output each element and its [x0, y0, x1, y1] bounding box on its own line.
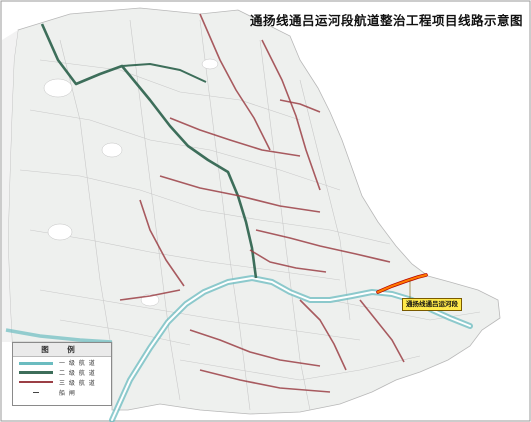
map-root: 通扬线通吕运河段航道整治工程项目线路示意图 通扬线通吕运河段 图 例 一 级 航…	[0, 0, 531, 422]
project-callout-label: 通扬线通吕运河段	[402, 298, 462, 311]
legend-item-grade2: 二 级 航 道	[13, 367, 111, 377]
legend-swatch-line	[33, 392, 39, 393]
legend-item-grade1: 一 级 航 道	[13, 357, 111, 367]
legend-swatch-lock	[19, 387, 53, 397]
legend-label-grade1: 一 级 航 道	[59, 359, 96, 367]
legend-item-grade3: 三 级 航 道	[13, 377, 111, 387]
legend-swatch-grade3	[19, 377, 53, 387]
legend-label-lock: 船 闸	[59, 389, 76, 397]
legend-swatch-line	[19, 361, 53, 365]
legend-swatch-line	[19, 381, 53, 383]
lake	[201, 58, 219, 70]
legend-label-grade2: 二 级 航 道	[59, 369, 96, 377]
map-title: 通扬线通吕运河段航道整治工程项目线路示意图	[249, 13, 523, 28]
legend-panel: 图 例 一 级 航 道 二 级 航 道 三 级 航 道 船 闸	[12, 342, 112, 406]
legend-swatch-grade1	[19, 357, 53, 367]
lake	[101, 142, 123, 158]
legend-title: 图 例	[13, 343, 111, 357]
legend-swatch-grade2	[19, 367, 53, 377]
legend-label-grade3: 三 级 航 道	[59, 379, 96, 387]
lake	[43, 78, 73, 98]
legend-swatch-line	[19, 371, 53, 374]
legend-item-lock: 船 闸	[13, 387, 111, 397]
lake	[47, 223, 73, 241]
